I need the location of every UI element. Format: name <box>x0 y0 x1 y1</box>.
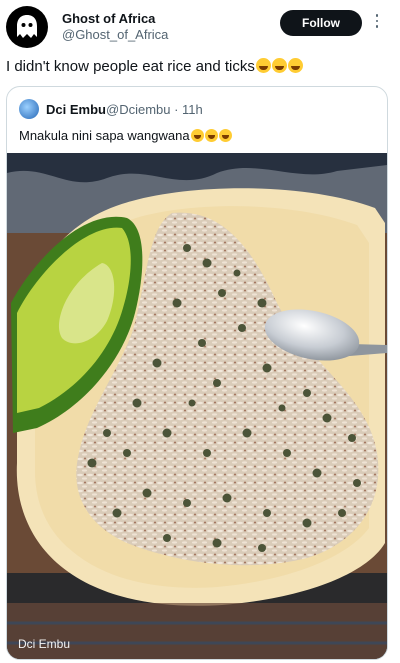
tweet-text-content: I didn't know people eat rice and ticks <box>6 58 255 75</box>
photo-credit: Dci Embu <box>18 637 71 651</box>
author-handle[interactable]: @Ghost_of_Africa <box>62 27 168 42</box>
quoted-avatar[interactable] <box>19 99 39 119</box>
quoted-text: Mnakula nini sapa wangwana <box>19 128 232 143</box>
ghost-avatar-icon <box>17 15 37 38</box>
follow-button[interactable]: Follow <box>280 10 362 36</box>
grinning-emoji-icon <box>190 129 204 142</box>
quoted-author-handle: @Dciembu · 11h <box>106 102 203 117</box>
laughing-emoji-icon <box>287 58 303 73</box>
quoted-tweet[interactable]: Dci Embu @Dciembu · 11h Mnakula nini sap… <box>6 86 388 660</box>
grinning-emoji-icon <box>218 129 232 142</box>
tweet-text: I didn't know people eat rice and ticks <box>6 58 303 75</box>
more-options-icon[interactable] <box>371 14 383 30</box>
tweet-header: Ghost of Africa @Ghost_of_Africa Follow <box>0 0 400 52</box>
quoted-author-name[interactable]: Dci Embu <box>46 102 106 117</box>
laughing-emoji-icon <box>255 58 271 73</box>
laughing-emoji-icon <box>271 58 287 73</box>
quoted-text-content: Mnakula nini sapa wangwana <box>19 128 190 143</box>
author-avatar[interactable] <box>6 6 48 48</box>
food-photo[interactable] <box>7 153 387 659</box>
author-name[interactable]: Ghost of Africa <box>62 11 155 26</box>
grinning-emoji-icon <box>204 129 218 142</box>
